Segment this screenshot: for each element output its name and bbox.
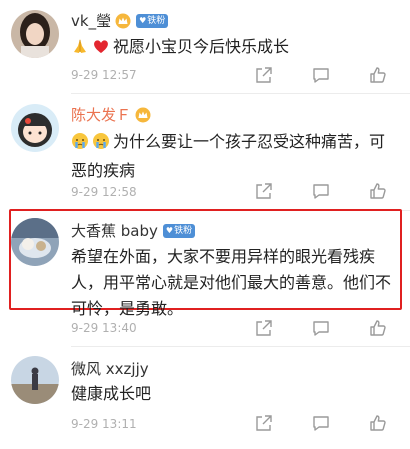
crown-icon [115,13,131,29]
comment-text: 健康成长吧 [71,384,152,403]
avatar[interactable] [11,10,59,58]
like-icon[interactable] [368,318,388,338]
comment-text: 祝愿小宝贝今后快乐成长 [71,34,401,63]
user-name[interactable]: 大香蕉 baby [71,220,158,242]
comment-time: 9-29 13:40 [71,321,137,335]
comment-text: 希望在外面，大家不要用异样的眼光看残疾 人，用平常心就是对他们最大的善意。他们不… [71,247,392,318]
like-icon[interactable] [368,413,388,433]
folded-hands-icon [71,37,89,63]
avatar[interactable] [11,356,59,404]
comment-icon[interactable] [311,65,331,85]
share-icon[interactable] [254,318,274,338]
share-icon[interactable] [254,413,274,433]
comment-text: 为什么要让一个孩子忍受这种痛苦，可 恶的疾病 [71,132,386,180]
comment-time: 9-29 13:11 [71,417,137,431]
avatar[interactable] [11,104,59,152]
user-name[interactable]: vk_瑩 [71,10,111,32]
comment-time: 9-29 12:57 [71,68,137,82]
comment-icon[interactable] [311,181,331,201]
crying-face-icon [71,132,89,158]
comment-icon[interactable] [311,318,331,338]
like-icon[interactable] [368,181,388,201]
user-name[interactable]: 陈大发Ｆ [71,104,131,126]
comment-icon[interactable] [311,413,331,433]
share-icon[interactable] [254,181,274,201]
fan-badge: ♥ 铁粉 [136,14,169,28]
fan-badge: ♥ 铁粉 [162,224,196,238]
red-heart-icon [92,37,110,63]
like-icon[interactable] [368,65,388,85]
divider [71,93,410,94]
divider [71,346,410,347]
share-icon[interactable] [254,65,274,85]
avatar[interactable] [11,218,59,266]
crown-icon [135,107,151,123]
comment-time: 9-29 12:58 [71,185,137,199]
user-name[interactable]: 微风 xxzjjy [71,358,149,380]
crying-face-icon [92,132,110,158]
